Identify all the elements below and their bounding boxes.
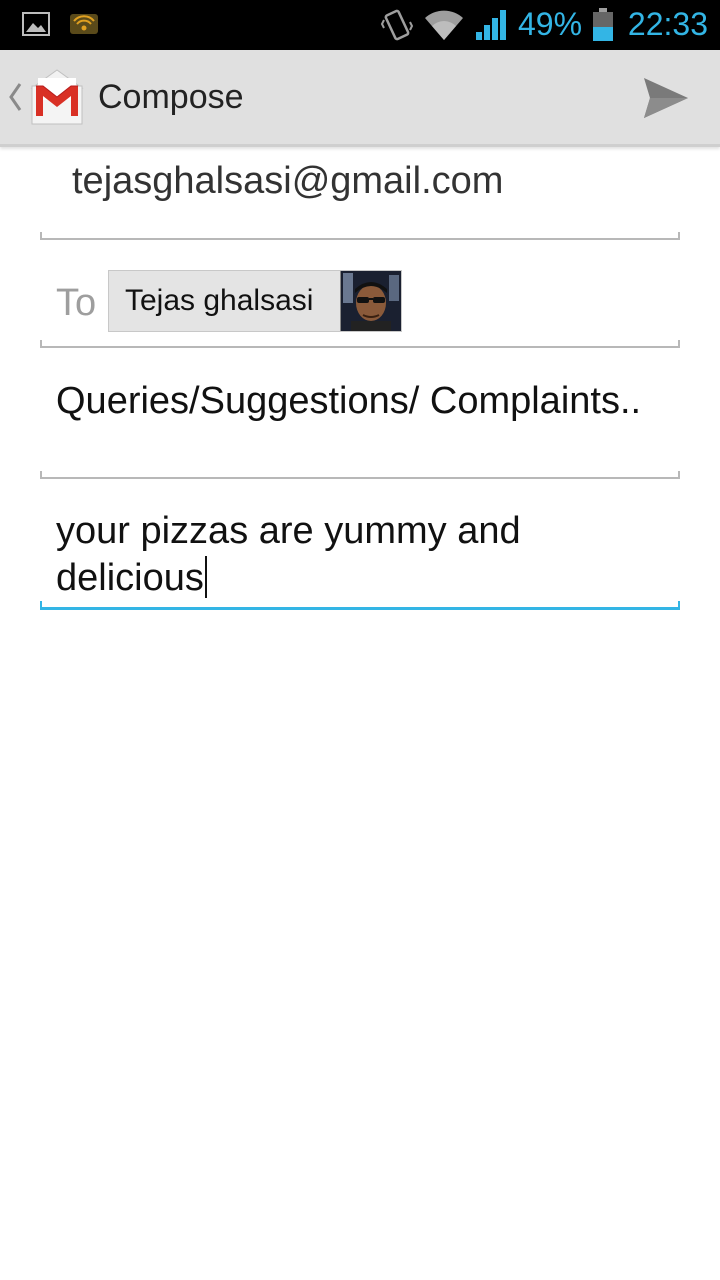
- send-icon: [644, 78, 688, 118]
- recipient-name: Tejas ghalsasi: [125, 284, 314, 317]
- rss-icon: [70, 14, 98, 34]
- send-button[interactable]: [628, 66, 704, 130]
- subject-field[interactable]: Queries/Suggestions/ Complaints..: [56, 378, 656, 425]
- from-divider: [40, 232, 680, 240]
- recipient-chip[interactable]: Tejas ghalsasi: [108, 270, 402, 332]
- up-caret-icon[interactable]: [6, 80, 24, 114]
- subject-divider: [40, 471, 680, 479]
- action-bar: Compose: [0, 50, 720, 147]
- body-text: your pizzas are yummy and delicious: [56, 510, 521, 599]
- text-cursor: [204, 556, 207, 598]
- compose-title: Compose: [98, 78, 244, 116]
- vibrate-icon: [380, 9, 414, 41]
- to-label: To: [56, 282, 97, 324]
- clock: 22:33: [627, 6, 708, 42]
- from-account[interactable]: tejasghalsasi@gmail.com: [72, 160, 503, 203]
- battery-icon: [593, 8, 613, 41]
- body-field[interactable]: your pizzas are yummy and delicious: [56, 508, 656, 602]
- status-bar: 49% 22:33: [0, 0, 720, 50]
- battery-percent: 49%: [518, 6, 583, 42]
- to-divider: [40, 340, 680, 348]
- recipient-avatar: [340, 271, 401, 331]
- wifi-icon: [425, 10, 463, 40]
- gallery-icon: [22, 12, 50, 36]
- gmail-logo-icon[interactable]: [26, 66, 88, 128]
- body-divider-focused: [40, 601, 680, 610]
- signal-icon: [476, 10, 506, 40]
